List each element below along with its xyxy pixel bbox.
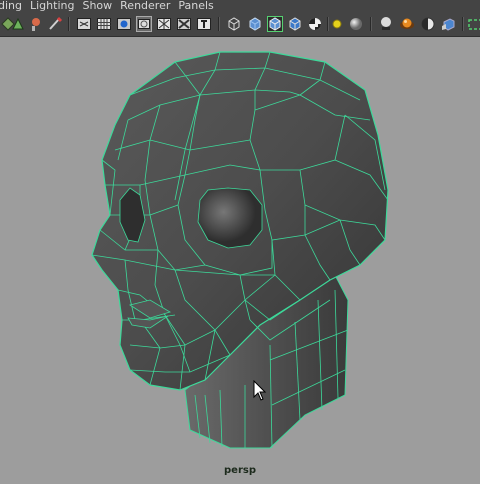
isolate-icon[interactable] (116, 16, 132, 32)
mouse-cursor-icon (253, 380, 267, 401)
cube-icon[interactable] (440, 16, 456, 32)
smooth-shade-cube-icon[interactable] (247, 16, 263, 32)
panel-menubar: ding Lighting Show Renderer Panels (0, 0, 480, 12)
studio-light-icon[interactable] (378, 16, 394, 32)
select-tool-icon[interactable] (10, 16, 26, 32)
toolbar-separator (370, 17, 372, 31)
menu-lighting[interactable]: Lighting (30, 0, 82, 12)
cube-outline-icon[interactable] (287, 16, 303, 32)
sphere-icon[interactable] (348, 16, 364, 32)
eye-socket (197, 187, 263, 249)
wireframe-icon[interactable] (136, 16, 152, 32)
toolbar-separator (462, 17, 464, 31)
menu-renderer[interactable]: Renderer (120, 0, 178, 12)
toolbar-separator (68, 17, 70, 31)
checker-icon[interactable] (307, 16, 323, 32)
menu-show[interactable]: Show (82, 0, 120, 12)
light-icon[interactable] (329, 16, 345, 32)
xray-icon[interactable] (156, 16, 172, 32)
film-gate-icon[interactable] (96, 16, 112, 32)
half-shade-icon[interactable] (420, 16, 436, 32)
lasso-tool-icon[interactable] (47, 16, 63, 32)
camera-icon[interactable] (468, 16, 480, 32)
xray-joints-icon[interactable] (176, 16, 192, 32)
3d-viewport[interactable] (0, 37, 480, 480)
head-mesh[interactable] (0, 37, 480, 480)
toolbar-separator (218, 17, 220, 31)
paint-tool-icon[interactable] (28, 16, 44, 32)
menu-shading[interactable]: ding (0, 0, 30, 12)
wireframe-cube-icon[interactable] (226, 16, 242, 32)
panel-toolbar (0, 12, 480, 37)
text-icon[interactable] (196, 16, 212, 32)
wireframe-on-shaded-icon[interactable] (267, 16, 283, 32)
menu-panels[interactable]: Panels (178, 0, 221, 12)
ambient-occlusion-icon[interactable] (399, 16, 415, 32)
camera-name-label: persp (224, 465, 256, 476)
grid-icon[interactable] (76, 16, 92, 32)
